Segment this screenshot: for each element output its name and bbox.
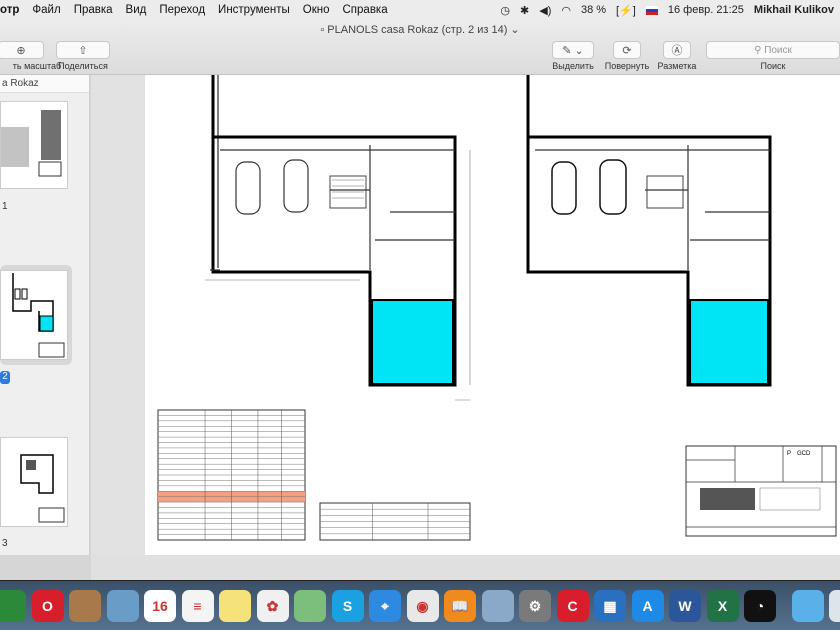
search-placeholder: Поиск <box>764 45 792 56</box>
menu-view[interactable]: Вид <box>126 4 147 16</box>
image-capture-icon[interactable] <box>481 590 514 622</box>
car-icon <box>283 159 309 213</box>
search-input[interactable]: ⚲ Поиск <box>706 41 840 59</box>
page-thumbnail-1[interactable] <box>0 101 68 189</box>
ibooks-icon[interactable]: 📖 <box>444 590 476 622</box>
notebook-icon[interactable] <box>69 590 101 622</box>
window-title-text: PLANOLS casa Rokaz (стр. 2 из 14) <box>327 24 508 36</box>
menu-tools[interactable]: Инструменты <box>218 4 290 16</box>
rotate-button[interactable]: ⟳ Повернуть <box>603 41 651 71</box>
time-machine-icon[interactable]: ◷ <box>500 4 510 17</box>
toolbar: ▫ PLANOLS casa Rokaz (стр. 2 из 14) ⌄ ⊕ … <box>0 20 840 75</box>
thumbnail-sidebar: a Rokaz 1 2 3 <box>0 75 90 555</box>
parallels-icon[interactable]: ▦ <box>594 590 626 622</box>
page-number-2: 2 <box>0 371 10 384</box>
summary-table <box>319 502 471 541</box>
pen-icon: ✎ ⌄ <box>552 41 594 59</box>
car-icon <box>235 161 261 215</box>
maps-icon[interactable] <box>294 590 326 622</box>
search-icon: ⚲ <box>754 45 765 56</box>
page-thumbnail-3[interactable] <box>0 437 68 527</box>
volume-icon[interactable]: ◀) <box>539 4 551 17</box>
menu-file[interactable]: Файл <box>32 4 60 16</box>
system-preferences-icon[interactable]: ⚙ <box>519 590 551 622</box>
excel-icon[interactable]: X <box>706 590 739 622</box>
photos-icon[interactable]: ✿ <box>256 590 289 622</box>
zoom-in-icon: ⊕ <box>0 41 44 59</box>
title-block: P GCD <box>685 445 837 537</box>
skype-icon[interactable]: S <box>331 590 364 622</box>
document-page: P GCD <box>145 75 840 555</box>
flag-icon[interactable] <box>645 5 658 15</box>
title-block-p: P <box>787 451 791 457</box>
highlight-button[interactable]: ✎ ⌄ Выделить <box>550 41 596 71</box>
floor-plan-right <box>526 75 772 387</box>
speedtest-icon[interactable]: ◔ <box>744 590 776 622</box>
page-thumbnail-2[interactable] <box>0 270 68 360</box>
dock: O 16 ≡ ✿ S ⌖ ◉ 📖 ⚙ C ▦ A W X ◔ <box>0 580 840 630</box>
search-label: Поиск <box>760 61 786 71</box>
menu-edit[interactable]: Правка <box>74 4 113 16</box>
pool <box>371 299 454 385</box>
safari-icon[interactable]: ⌖ <box>369 590 401 622</box>
wifi-icon[interactable]: ◠ <box>561 4 571 17</box>
car-icon <box>551 161 577 215</box>
status-area: ◷ ✱ ◀) ◠ 38 % [⚡] 16 февр. 21:25 Mikhail… <box>500 0 834 20</box>
car-icon <box>599 159 627 215</box>
app-store-icon[interactable]: A <box>631 590 664 622</box>
menu-window[interactable]: Окно <box>303 4 330 16</box>
applications-folder-icon[interactable] <box>791 590 824 622</box>
menu-bar: отр Файл Правка Вид Переход Инструменты … <box>0 0 840 20</box>
opera-icon[interactable]: O <box>31 590 64 622</box>
reminders-icon[interactable]: ≡ <box>181 590 214 622</box>
share-label: Поделиться <box>58 61 108 71</box>
battery-icon[interactable]: [⚡] <box>616 4 636 17</box>
floor-plan-left <box>205 75 471 401</box>
markup-label: Разметка <box>657 61 697 71</box>
share-button[interactable]: ⇧ Поделиться <box>56 41 110 71</box>
menu-help[interactable]: Справка <box>343 4 388 16</box>
battery-text[interactable]: 38 % <box>581 4 606 16</box>
app-icon[interactable] <box>0 590 26 622</box>
word-icon[interactable]: W <box>669 590 701 622</box>
chrome-icon[interactable]: ◉ <box>406 590 439 622</box>
bluetooth-icon[interactable]: ✱ <box>520 4 529 17</box>
floor-plans: P GCD <box>157 75 837 541</box>
preview-icon[interactable] <box>106 590 139 622</box>
window-bottom <box>91 555 840 580</box>
rotate-label: Повернуть <box>604 61 650 71</box>
acrobat-icon[interactable]: C <box>556 590 589 622</box>
pool <box>689 299 769 385</box>
markup-icon: Ⓐ <box>663 41 691 59</box>
document-gutter <box>91 75 145 555</box>
page-number-1: 1 <box>2 201 8 212</box>
folder-icon[interactable] <box>829 590 840 622</box>
zoom-label: ть масштаб <box>12 61 62 71</box>
notes-icon[interactable] <box>219 590 251 622</box>
menu-app[interactable]: отр <box>0 4 19 16</box>
highlight-label: Выделить <box>552 61 594 71</box>
rotate-icon: ⟳ <box>613 41 641 59</box>
date-time[interactable]: 16 февр. 21:25 <box>668 4 744 16</box>
title-block-code: GCD <box>797 451 811 457</box>
window-title: ▫ PLANOLS casa Rokaz (стр. 2 из 14) ⌄ <box>320 24 520 36</box>
page-number-3: 3 <box>2 538 8 549</box>
calendar-icon[interactable]: 16 <box>144 590 176 622</box>
sidebar-title: a Rokaz <box>0 75 89 93</box>
area-table <box>157 409 306 541</box>
user-name[interactable]: Mikhail Kulikov <box>754 4 834 16</box>
markup-button[interactable]: Ⓐ Разметка <box>655 41 699 71</box>
menu-go[interactable]: Переход <box>159 4 205 16</box>
share-icon: ⇧ <box>56 41 110 59</box>
